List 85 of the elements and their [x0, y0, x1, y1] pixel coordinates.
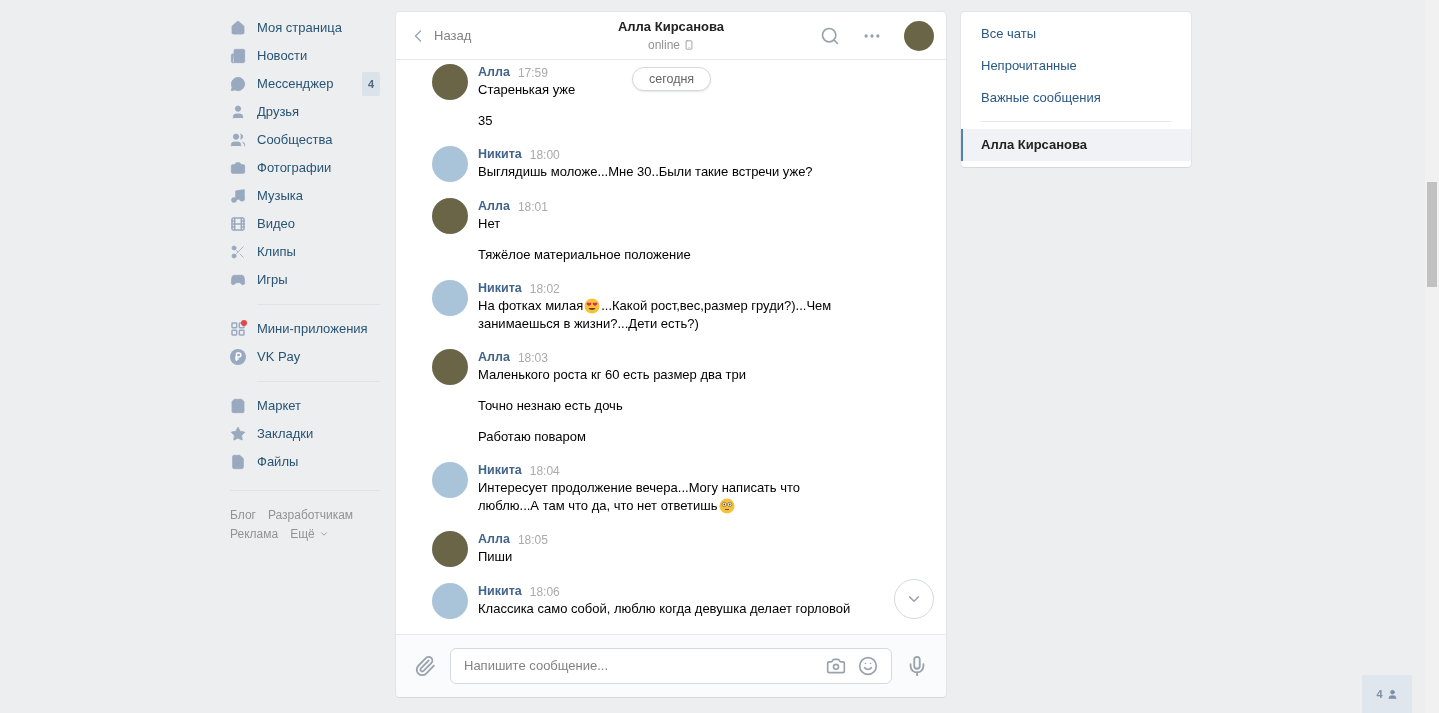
avatar-photo-placeholder[interactable] — [904, 20, 934, 51]
heart-eyes-emoji-icon — [584, 298, 601, 314]
ruble-coin-icon — [230, 349, 246, 365]
scroll-down-button[interactable] — [894, 579, 934, 619]
message-time: 18:01 — [517, 198, 548, 216]
sender-name[interactable]: Алла — [478, 530, 510, 549]
avatar-photo-placeholder[interactable] — [432, 349, 468, 385]
chat-title: Алла Кирсанова — [617, 17, 725, 36]
avatar-photo-placeholder[interactable] — [432, 64, 468, 100]
message-time: 18:02 — [529, 280, 560, 298]
chat-filter-tab[interactable]: Важные сообщения — [961, 82, 1191, 114]
camera-icon — [230, 160, 246, 176]
sidebar-item[interactable]: Закладки — [230, 420, 380, 448]
camera-icon[interactable] — [826, 656, 846, 676]
message-text: На фотках милая — [478, 297, 584, 315]
sender-name[interactable]: Никита — [478, 145, 522, 164]
phone-icon — [684, 39, 694, 50]
sender-name[interactable]: Алла — [478, 63, 510, 82]
sidebar-item[interactable]: Музыка — [230, 182, 380, 210]
message-text: Старенькая уже — [478, 81, 576, 99]
scissors-icon — [230, 244, 246, 260]
grid-icon — [230, 321, 246, 337]
sidebar-item[interactable]: Сообщества — [230, 126, 380, 154]
sender-name[interactable]: Алла — [478, 197, 510, 216]
sidebar-item[interactable]: Видео — [230, 210, 380, 238]
sidebar-item[interactable]: Фотографии — [230, 154, 380, 182]
conversation-tab[interactable]: Алла Кирсанова — [961, 129, 1191, 161]
sidebar-item[interactable]: Моя страница — [230, 14, 380, 42]
sidebar-item[interactable]: Файлы — [230, 448, 380, 476]
chat-filter-tab[interactable]: Непрочитанные — [961, 50, 1191, 82]
smiley-icon[interactable] — [858, 656, 878, 676]
message-text: Классика само собой, люблю когда девушка делает горловой — [478, 600, 851, 618]
chat-filter-tab[interactable]: Все чаты — [961, 18, 1191, 50]
person-icon — [1386, 688, 1398, 700]
message-time: 18:06 — [529, 583, 560, 601]
unread-count-badge: 4 — [361, 72, 380, 96]
message-text: 35 — [478, 112, 493, 130]
message-text: люблю...А там что да, что нет ответишь — [478, 497, 718, 515]
gamepad-icon — [230, 272, 246, 288]
message-time: 17:59 — [517, 64, 548, 82]
sidebar-item[interactable]: Мини-приложения — [230, 315, 380, 343]
message-text: занимаешься в жизни?...Дети есть?) — [478, 315, 699, 333]
newspaper-icon — [230, 48, 246, 64]
sender-name[interactable]: Никита — [478, 461, 522, 480]
avatar-photo-placeholder[interactable] — [432, 531, 468, 567]
message-composer[interactable]: Напишите сообщение... — [450, 648, 892, 684]
sidebar-item[interactable]: VK Pay — [230, 343, 380, 371]
star-icon — [230, 426, 246, 442]
message-time: 18:03 — [517, 349, 548, 367]
bag-icon — [230, 398, 246, 414]
message-text: Точно незнаю есть дочь — [478, 397, 623, 415]
chat-bubble-icon — [230, 76, 246, 92]
message-time: 18:00 — [529, 146, 560, 164]
message-text: Работаю поваром — [478, 428, 586, 446]
music-note-icon — [230, 188, 246, 204]
sidebar-item[interactable]: Мессенджер 4 — [230, 70, 380, 98]
sender-name[interactable]: Никита — [478, 279, 522, 298]
people-icon — [230, 132, 246, 148]
sender-name[interactable]: Алла — [478, 348, 510, 367]
message-text: Интересует продолжение вечера...Могу написать что — [478, 479, 800, 497]
person-icon — [230, 104, 246, 120]
sidebar-item[interactable]: Маркет — [230, 392, 380, 420]
file-icon — [230, 454, 246, 470]
sidebar-item[interactable]: Игры — [230, 266, 380, 294]
message-text: ...Какой рост,вес,размер груди?)...Чем — [601, 297, 832, 315]
film-icon — [230, 216, 246, 232]
message-time: 18:04 — [529, 462, 560, 480]
date-pill: сегодня — [632, 67, 712, 91]
search-icon[interactable] — [820, 25, 840, 46]
home-icon — [230, 20, 246, 36]
paperclip-icon[interactable] — [414, 655, 436, 677]
sidebar-item[interactable]: Новости — [230, 42, 380, 70]
message-text: Выглядишь моложе...Мне 30..Были такие встречи уже? — [478, 163, 813, 181]
back-link[interactable]: Назад — [408, 25, 568, 46]
online-status: online — [648, 36, 680, 54]
avatar-photo-placeholder[interactable] — [432, 198, 468, 234]
message-text: Тяжёлое материальное положение — [478, 246, 691, 264]
flushed-emoji-icon — [718, 498, 735, 514]
message-text: Маленького роста кг 60 есть размер два три — [478, 366, 747, 384]
sender-name[interactable]: Никита — [478, 582, 522, 601]
sidebar-item[interactable]: Друзья — [230, 98, 380, 126]
message-time: 18:05 — [517, 531, 548, 549]
message-text: Нет — [478, 215, 501, 233]
sidebar-item[interactable]: Клипы — [230, 238, 380, 266]
message-text: Пиши — [478, 548, 513, 566]
